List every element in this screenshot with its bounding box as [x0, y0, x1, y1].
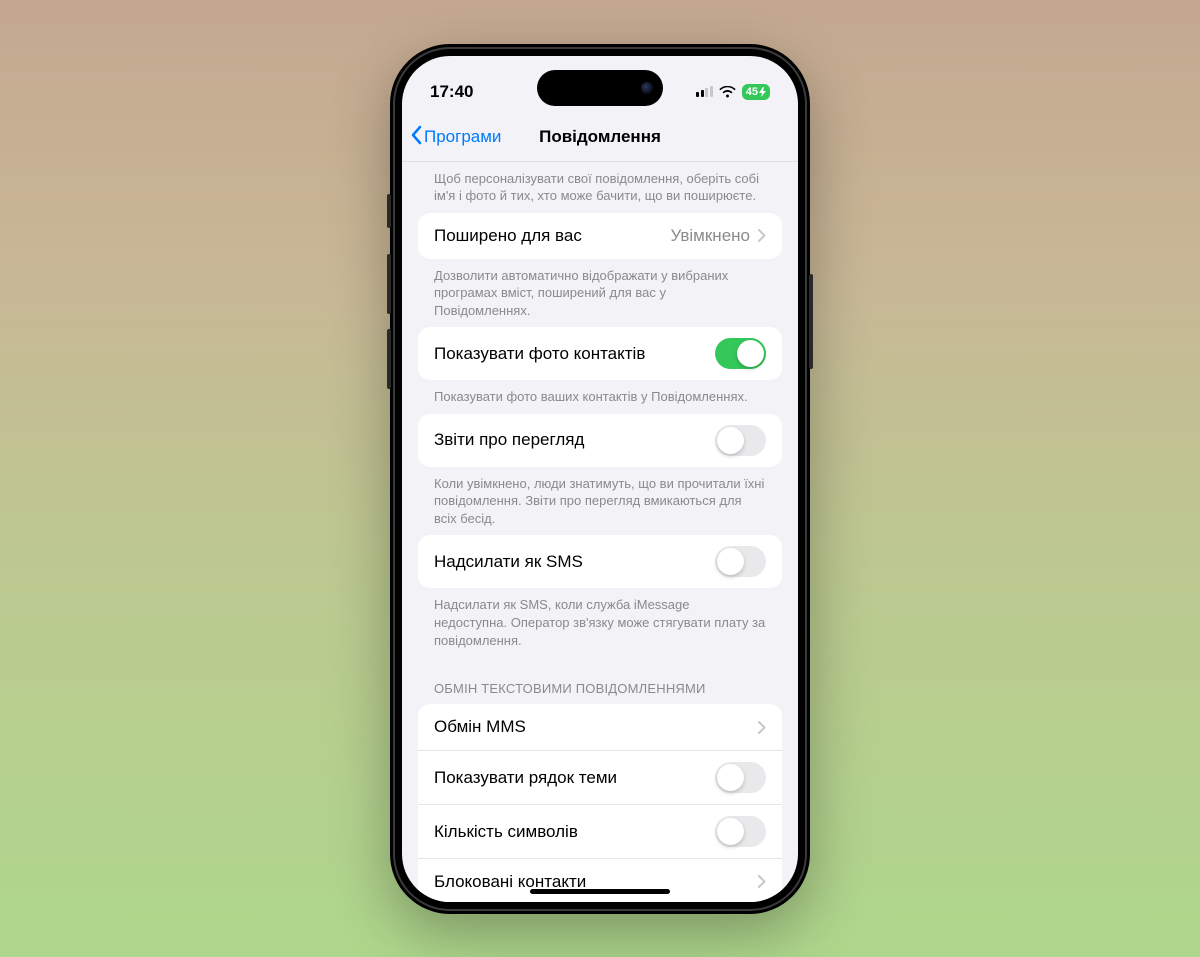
send-sms-label: Надсилати як SMS — [434, 552, 583, 572]
show-photos-note: Показувати фото ваших контактів у Повідо… — [418, 380, 782, 414]
settings-content[interactable]: Щоб персоналізувати свої повідомлення, о… — [402, 162, 798, 902]
battery-percent: 45 — [746, 86, 758, 98]
screen: 17:40 45 Програми Повідомлення — [402, 56, 798, 902]
mms-row[interactable]: Обмін MMS — [418, 704, 782, 750]
power-button — [809, 274, 813, 369]
front-camera — [641, 82, 653, 94]
battery-indicator: 45 — [742, 84, 770, 100]
read-receipts-row: Звіти про перегляд — [418, 414, 782, 467]
count-label: Кількість символів — [434, 822, 578, 842]
send-as-sms-row: Надсилати як SMS — [418, 535, 782, 588]
shared-value: Увімкнено — [671, 226, 750, 246]
read-receipts-label: Звіти про перегляд — [434, 430, 584, 450]
back-label: Програми — [424, 127, 501, 147]
nav-bar: Програми Повідомлення — [402, 114, 798, 162]
phone-frame: 17:40 45 Програми Повідомлення — [390, 44, 810, 914]
chevron-right-icon — [758, 875, 766, 888]
text-section-title: ОБМІН ТЕКСТОВИМИ ПОВІДОМЛЕННЯМИ — [418, 657, 782, 704]
silent-switch — [387, 194, 391, 228]
wifi-icon — [719, 86, 736, 98]
status-time: 17:40 — [430, 82, 473, 102]
nav-title: Повідомлення — [539, 127, 661, 147]
show-photos-label: Показувати фото контактів — [434, 344, 645, 364]
volume-up-button — [387, 254, 391, 314]
chevron-left-icon — [410, 125, 422, 150]
subject-row: Показувати рядок теми — [418, 750, 782, 804]
volume-down-button — [387, 329, 391, 389]
show-contact-photos-row: Показувати фото контактів — [418, 327, 782, 380]
send-sms-toggle[interactable] — [715, 546, 766, 577]
chevron-right-icon — [758, 229, 766, 242]
shared-with-you-row[interactable]: Поширено для вас Увімкнено — [418, 213, 782, 259]
show-photos-toggle[interactable] — [715, 338, 766, 369]
send-sms-note: Надсилати як SMS, коли служба iMessage н… — [418, 588, 782, 657]
back-button[interactable]: Програми — [410, 125, 501, 150]
subject-toggle[interactable] — [715, 762, 766, 793]
intro-note: Щоб персоналізувати свої повідомлення, о… — [418, 162, 782, 213]
shared-note: Дозволити автоматично відображати у вибр… — [418, 259, 782, 328]
mms-label: Обмін MMS — [434, 717, 526, 737]
blocked-contacts-row[interactable]: Блоковані контакти — [418, 858, 782, 901]
read-receipts-note: Коли увімкнено, люди знатимуть, що ви пр… — [418, 467, 782, 536]
chevron-right-icon — [758, 721, 766, 734]
shared-label: Поширено для вас — [434, 226, 582, 246]
count-toggle[interactable] — [715, 816, 766, 847]
subject-label: Показувати рядок теми — [434, 768, 617, 788]
char-count-row: Кількість символів — [418, 804, 782, 858]
cellular-signal-icon — [696, 86, 713, 97]
read-receipts-toggle[interactable] — [715, 425, 766, 456]
home-indicator[interactable] — [530, 889, 670, 894]
dynamic-island — [537, 70, 663, 106]
